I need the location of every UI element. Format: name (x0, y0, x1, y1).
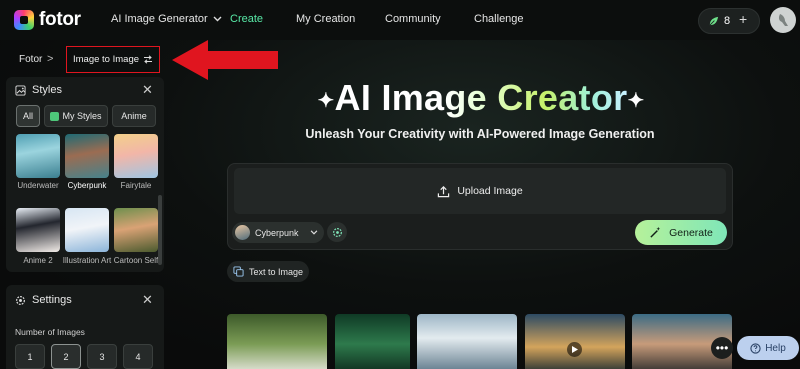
filter-my-styles-label: My Styles (62, 111, 102, 121)
nav-my-creation[interactable]: My Creation (296, 13, 355, 25)
hero-title: ✦AI Image Creator✦ (286, 77, 676, 119)
settings-gear-icon (332, 227, 342, 237)
credits-badge[interactable]: 8 (698, 8, 760, 34)
breadcrumb-chevron-icon: > (47, 53, 54, 65)
swap-icon (144, 55, 153, 64)
style-thumb-anime-2[interactable] (16, 208, 60, 252)
leaf-icon (709, 16, 719, 25)
styles-panel-header: Styles (15, 84, 62, 96)
chevron-down-icon (213, 16, 222, 22)
filter-anime[interactable]: Anime (112, 105, 156, 127)
my-styles-icon (50, 111, 60, 121)
help-button[interactable]: Help (737, 336, 799, 360)
sparkle-icon: ✦ (627, 89, 645, 112)
hero-title-prefix: AI Ima (334, 77, 445, 118)
help-label: Help (765, 342, 786, 354)
style-thumb-fairytale[interactable] (114, 134, 158, 178)
style-label-cyberpunk: Cyberpunk (67, 181, 107, 190)
nav-challenge[interactable]: Challenge (474, 13, 524, 25)
nav-create[interactable]: Create (230, 13, 263, 25)
text-to-image-label: Text to Image (248, 266, 304, 277)
style-thumb-cartoon-self[interactable] (114, 208, 158, 252)
help-icon (750, 342, 761, 354)
play-icon[interactable] (567, 342, 582, 357)
number-of-images-label: Number of Images (15, 327, 85, 337)
gear-icon (16, 295, 25, 305)
app-root: fotor AI Image Generator Create My Creat… (0, 0, 800, 369)
more-options-icon[interactable]: ••• (711, 337, 733, 359)
generate-button[interactable]: Generate (635, 220, 727, 245)
settings-close-icon[interactable]: ✕ (142, 292, 790, 308)
number-option-4[interactable]: 4 (123, 344, 153, 369)
style-selector[interactable]: Cyberpunk (232, 222, 324, 243)
annotation-arrow-icon (172, 40, 278, 80)
fotor-logo[interactable]: fotor (14, 9, 81, 31)
credits-count: 8 (724, 15, 731, 27)
breadcrumb-fotor[interactable]: Fotor (19, 54, 42, 65)
hero-title-gradient: ge Creator (444, 77, 628, 118)
text-to-image-icon (233, 266, 244, 277)
style-label-anime-2: Anime 2 (23, 256, 53, 265)
number-option-2[interactable]: 2 (51, 344, 81, 369)
chevron-down-icon (310, 230, 317, 235)
advanced-settings-button[interactable] (327, 222, 347, 242)
breadcrumb-current-label: Image to Image (73, 54, 140, 65)
settings-panel-title: Settings (32, 294, 72, 306)
style-label-underwater: Underwater (17, 181, 59, 190)
nav-community[interactable]: Community (385, 13, 441, 25)
upload-image-button[interactable]: Upload Image (234, 168, 726, 214)
hero-subtitle: Unleash Your Creativity with AI-Powered … (305, 127, 655, 141)
logo-text: fotor (39, 9, 81, 30)
magic-wand-icon (650, 226, 661, 238)
style-thumb-underwater[interactable] (16, 134, 60, 178)
style-selector-label: Cyberpunk (255, 227, 299, 238)
text-to-image-button[interactable]: Text to Image (227, 261, 309, 282)
nav-ai-image-generator[interactable]: AI Image Generator (111, 13, 222, 25)
number-option-3[interactable]: 3 (87, 344, 117, 369)
sparkle-icon: ✦ (317, 89, 335, 112)
styles-panel-title: Styles (32, 84, 62, 96)
number-option-1[interactable]: 1 (15, 344, 45, 369)
gallery-image-bamboo[interactable] (335, 314, 410, 369)
gallery-image-wolf-girl[interactable] (417, 314, 517, 369)
filter-all[interactable]: All (16, 105, 40, 127)
top-navigation-bar: fotor AI Image Generator Create My Creat… (0, 0, 800, 40)
generate-label: Generate (669, 226, 713, 239)
style-label-fairytale: Fairytale (120, 181, 152, 190)
user-avatar[interactable] (770, 7, 796, 33)
image-styles-icon (15, 84, 26, 96)
settings-panel-header: Settings (15, 294, 72, 306)
style-thumb-cyberpunk[interactable] (65, 134, 109, 178)
breadcrumb-image-to-image[interactable]: Image to Image (66, 46, 160, 73)
add-credits-plus-icon[interactable]: + (739, 12, 747, 26)
style-label-cartoon-self: Cartoon Self (113, 256, 159, 265)
upload-image-label: Upload Image (457, 185, 523, 197)
filter-anime-label: Anime (121, 111, 147, 121)
style-thumb-illustration-art[interactable] (65, 208, 109, 252)
styles-scrollbar[interactable] (158, 195, 162, 265)
upload-icon (438, 185, 450, 197)
filter-my-styles[interactable]: My Styles (44, 105, 108, 127)
bird-avatar-icon (778, 14, 788, 26)
style-label-illustration-art: Illustration Art (62, 256, 112, 265)
fotor-logo-icon (14, 10, 34, 30)
gallery-image-panda[interactable] (227, 314, 327, 369)
style-avatar (235, 225, 250, 240)
nav-ai-image-generator-label: AI Image Generator (111, 13, 208, 25)
